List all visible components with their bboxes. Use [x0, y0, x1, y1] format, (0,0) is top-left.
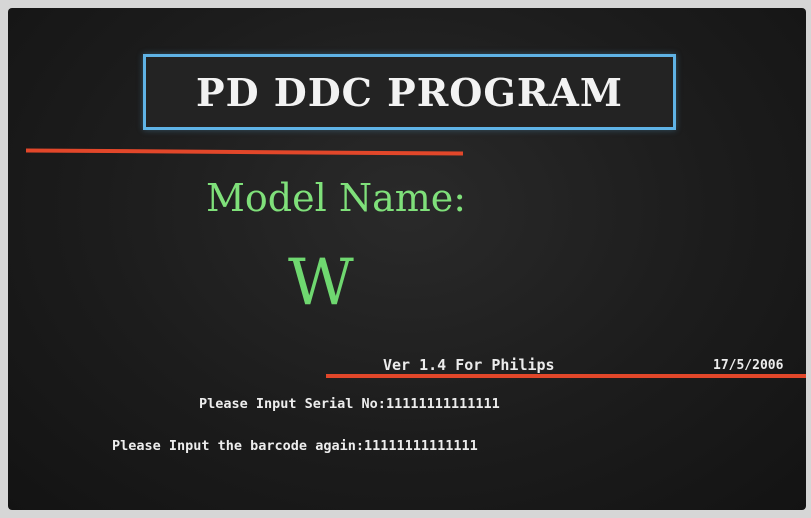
- program-screen: PD DDC PROGRAM Model Name: W Ver 1.4 For…: [8, 8, 806, 510]
- program-title: PD DDC PROGRAM: [196, 69, 623, 115]
- barcode-input-value[interactable]: 11111111111111: [364, 438, 478, 454]
- title-banner: PD DDC PROGRAM: [143, 54, 676, 130]
- serial-input-prompt[interactable]: Please Input Serial No:11111111111111: [199, 396, 500, 412]
- model-name-label: Model Name:: [206, 176, 467, 220]
- version-text: Ver 1.4 For Philips: [383, 356, 555, 374]
- barcode-input-label: Please Input the barcode again:: [112, 438, 364, 454]
- date-text: 17/5/2006: [713, 358, 784, 373]
- title-divider: [25, 148, 464, 156]
- serial-input-value[interactable]: 11111111111111: [386, 396, 500, 412]
- model-name-value: W: [288, 246, 354, 320]
- barcode-input-prompt[interactable]: Please Input the barcode again:111111111…: [112, 438, 478, 454]
- monitor-photo: PD DDC PROGRAM Model Name: W Ver 1.4 For…: [0, 0, 811, 518]
- version-divider: [326, 374, 806, 378]
- serial-input-label: Please Input Serial No:: [199, 396, 386, 412]
